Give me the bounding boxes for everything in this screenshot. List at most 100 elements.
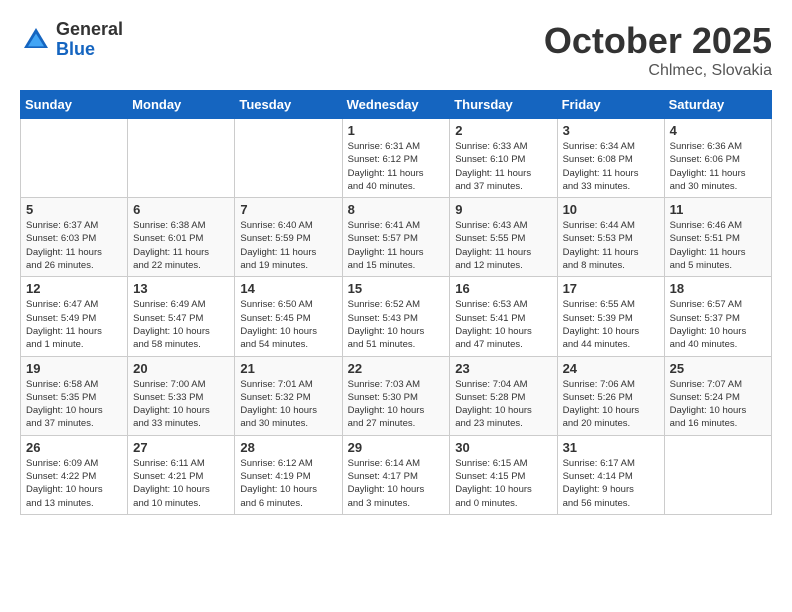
day-info: Sunrise: 6:37 AM Sunset: 6:03 PM Dayligh…: [26, 219, 122, 272]
day-number: 26: [26, 440, 122, 455]
day-number: 4: [670, 123, 766, 138]
calendar-cell: 4 Sunrise: 6:36 AM Sunset: 6:06 PM Daylig…: [664, 119, 771, 198]
page-header: General Blue October 2025 Chlmec, Slovak…: [20, 20, 772, 80]
day-info: Sunrise: 6:31 AM Sunset: 6:12 PM Dayligh…: [348, 140, 445, 193]
day-info: Sunrise: 6:44 AM Sunset: 5:53 PM Dayligh…: [563, 219, 659, 272]
day-info: Sunrise: 6:53 AM Sunset: 5:41 PM Dayligh…: [455, 298, 551, 351]
calendar-cell: 24Sunrise: 7:06 AM Sunset: 5:26 PM Dayli…: [557, 356, 664, 435]
calendar-cell: 25 Sunrise: 7:07 AM Sunset: 5:24 PM Dayli…: [664, 356, 771, 435]
day-number: 14: [240, 281, 336, 296]
calendar-cell: [235, 119, 342, 198]
calendar-cell: 17 Sunrise: 6:55 AM Sunset: 5:39 PM Dayli…: [557, 277, 664, 356]
calendar-cell: 6Sunrise: 6:38 AM Sunset: 6:01 PM Daylig…: [128, 198, 235, 277]
day-number: 18: [670, 281, 766, 296]
weekday-header: Sunday: [21, 91, 128, 119]
day-number: 30: [455, 440, 551, 455]
calendar-cell: 13Sunrise: 6:49 AM Sunset: 5:47 PM Dayli…: [128, 277, 235, 356]
weekday-header: Saturday: [664, 91, 771, 119]
calendar-cell: 2 Sunrise: 6:33 AM Sunset: 6:10 PM Daylig…: [450, 119, 557, 198]
calendar-cell: 21 Sunrise: 7:01 AM Sunset: 5:32 PM Dayli…: [235, 356, 342, 435]
calendar-table: SundayMondayTuesdayWednesdayThursdayFrid…: [20, 90, 772, 515]
day-number: 15: [348, 281, 445, 296]
day-number: 8: [348, 202, 445, 217]
weekday-header: Tuesday: [235, 91, 342, 119]
calendar-cell: 19 Sunrise: 6:58 AM Sunset: 5:35 PM Dayli…: [21, 356, 128, 435]
logo-icon: [20, 24, 52, 56]
day-number: 17: [563, 281, 659, 296]
day-info: Sunrise: 6:15 AM Sunset: 4:15 PM Dayligh…: [455, 457, 551, 510]
day-info: Sunrise: 6:52 AM Sunset: 5:43 PM Dayligh…: [348, 298, 445, 351]
day-info: Sunrise: 6:34 AM Sunset: 6:08 PM Dayligh…: [563, 140, 659, 193]
calendar-cell: 29 Sunrise: 6:14 AM Sunset: 4:17 PM Dayli…: [342, 435, 450, 514]
location-label: Chlmec, Slovakia: [544, 62, 772, 80]
day-info: Sunrise: 6:36 AM Sunset: 6:06 PM Dayligh…: [670, 140, 766, 193]
day-number: 20: [133, 361, 229, 376]
calendar-cell: [21, 119, 128, 198]
day-info: Sunrise: 6:14 AM Sunset: 4:17 PM Dayligh…: [348, 457, 445, 510]
day-number: 5: [26, 202, 122, 217]
logo-text: General Blue: [56, 20, 123, 60]
day-number: 19: [26, 361, 122, 376]
day-info: Sunrise: 6:57 AM Sunset: 5:37 PM Dayligh…: [670, 298, 766, 351]
day-number: 9: [455, 202, 551, 217]
day-number: 12: [26, 281, 122, 296]
day-number: 1: [348, 123, 445, 138]
calendar-week-row: 26 Sunrise: 6:09 AM Sunset: 4:22 PM Dayli…: [21, 435, 772, 514]
day-info: Sunrise: 7:01 AM Sunset: 5:32 PM Dayligh…: [240, 378, 336, 431]
calendar-cell: 31Sunrise: 6:17 AM Sunset: 4:14 PM Dayli…: [557, 435, 664, 514]
day-info: Sunrise: 6:33 AM Sunset: 6:10 PM Dayligh…: [455, 140, 551, 193]
day-number: 25: [670, 361, 766, 376]
calendar-cell: 16 Sunrise: 6:53 AM Sunset: 5:41 PM Dayli…: [450, 277, 557, 356]
calendar-week-row: 1 Sunrise: 6:31 AM Sunset: 6:12 PM Daylig…: [21, 119, 772, 198]
logo: General Blue: [20, 20, 123, 60]
calendar-cell: 3 Sunrise: 6:34 AM Sunset: 6:08 PM Daylig…: [557, 119, 664, 198]
calendar-cell: 20 Sunrise: 7:00 AM Sunset: 5:33 PM Dayli…: [128, 356, 235, 435]
day-info: Sunrise: 7:04 AM Sunset: 5:28 PM Dayligh…: [455, 378, 551, 431]
logo-blue-text: Blue: [56, 40, 123, 60]
day-number: 23: [455, 361, 551, 376]
calendar-cell: 1 Sunrise: 6:31 AM Sunset: 6:12 PM Daylig…: [342, 119, 450, 198]
calendar-cell: 14 Sunrise: 6:50 AM Sunset: 5:45 PM Dayli…: [235, 277, 342, 356]
calendar-cell: 15 Sunrise: 6:52 AM Sunset: 5:43 PM Dayli…: [342, 277, 450, 356]
day-info: Sunrise: 6:58 AM Sunset: 5:35 PM Dayligh…: [26, 378, 122, 431]
day-info: Sunrise: 6:11 AM Sunset: 4:21 PM Dayligh…: [133, 457, 229, 510]
day-number: 6: [133, 202, 229, 217]
day-info: Sunrise: 6:47 AM Sunset: 5:49 PM Dayligh…: [26, 298, 122, 351]
calendar-cell: 27 Sunrise: 6:11 AM Sunset: 4:21 PM Dayli…: [128, 435, 235, 514]
calendar-cell: 5 Sunrise: 6:37 AM Sunset: 6:03 PM Daylig…: [21, 198, 128, 277]
weekday-header: Monday: [128, 91, 235, 119]
calendar-cell: 30 Sunrise: 6:15 AM Sunset: 4:15 PM Dayli…: [450, 435, 557, 514]
day-number: 22: [348, 361, 445, 376]
calendar-header-row: SundayMondayTuesdayWednesdayThursdayFrid…: [21, 91, 772, 119]
day-number: 10: [563, 202, 659, 217]
day-number: 16: [455, 281, 551, 296]
calendar-cell: 9 Sunrise: 6:43 AM Sunset: 5:55 PM Daylig…: [450, 198, 557, 277]
logo-general-text: General: [56, 20, 123, 40]
day-number: 7: [240, 202, 336, 217]
day-number: 24: [563, 361, 659, 376]
day-info: Sunrise: 7:07 AM Sunset: 5:24 PM Dayligh…: [670, 378, 766, 431]
day-info: Sunrise: 7:00 AM Sunset: 5:33 PM Dayligh…: [133, 378, 229, 431]
day-info: Sunrise: 6:41 AM Sunset: 5:57 PM Dayligh…: [348, 219, 445, 272]
calendar-cell: 18 Sunrise: 6:57 AM Sunset: 5:37 PM Dayli…: [664, 277, 771, 356]
day-number: 3: [563, 123, 659, 138]
calendar-cell: 28Sunrise: 6:12 AM Sunset: 4:19 PM Dayli…: [235, 435, 342, 514]
day-info: Sunrise: 6:40 AM Sunset: 5:59 PM Dayligh…: [240, 219, 336, 272]
day-number: 21: [240, 361, 336, 376]
day-info: Sunrise: 6:55 AM Sunset: 5:39 PM Dayligh…: [563, 298, 659, 351]
day-info: Sunrise: 6:50 AM Sunset: 5:45 PM Dayligh…: [240, 298, 336, 351]
day-info: Sunrise: 6:46 AM Sunset: 5:51 PM Dayligh…: [670, 219, 766, 272]
day-number: 29: [348, 440, 445, 455]
calendar-cell: 12 Sunrise: 6:47 AM Sunset: 5:49 PM Dayli…: [21, 277, 128, 356]
day-info: Sunrise: 6:09 AM Sunset: 4:22 PM Dayligh…: [26, 457, 122, 510]
calendar-cell: 8 Sunrise: 6:41 AM Sunset: 5:57 PM Daylig…: [342, 198, 450, 277]
day-number: 2: [455, 123, 551, 138]
day-info: Sunrise: 7:03 AM Sunset: 5:30 PM Dayligh…: [348, 378, 445, 431]
day-info: Sunrise: 6:43 AM Sunset: 5:55 PM Dayligh…: [455, 219, 551, 272]
calendar-cell: [128, 119, 235, 198]
day-info: Sunrise: 6:12 AM Sunset: 4:19 PM Dayligh…: [240, 457, 336, 510]
calendar-week-row: 5 Sunrise: 6:37 AM Sunset: 6:03 PM Daylig…: [21, 198, 772, 277]
calendar-cell: 7 Sunrise: 6:40 AM Sunset: 5:59 PM Daylig…: [235, 198, 342, 277]
day-info: Sunrise: 6:17 AM Sunset: 4:14 PM Dayligh…: [563, 457, 659, 510]
day-number: 27: [133, 440, 229, 455]
